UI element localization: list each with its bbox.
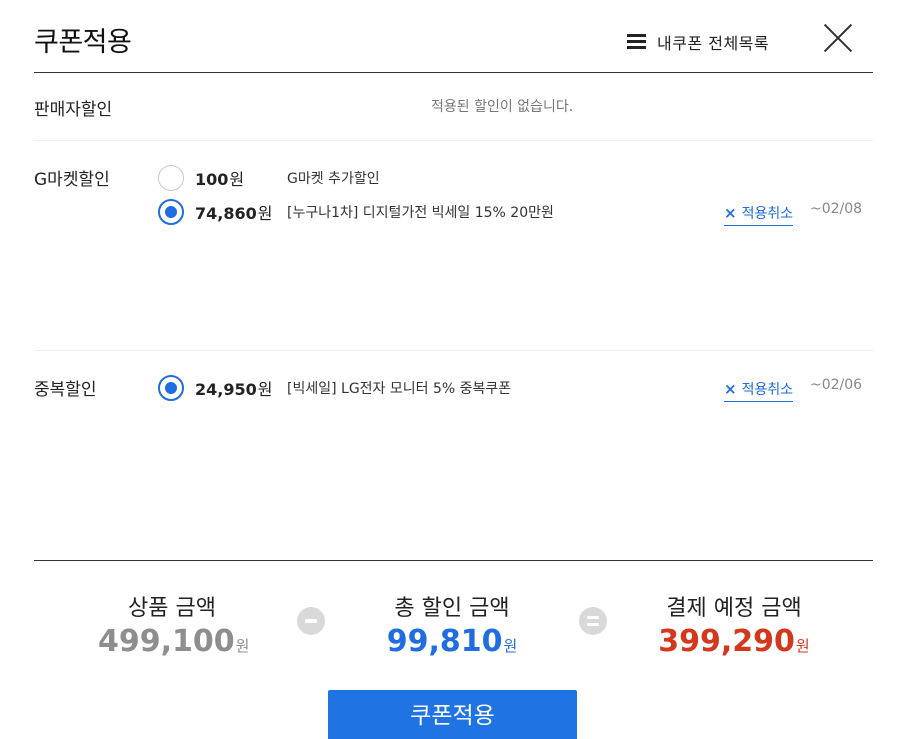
- close-x-icon: ×: [724, 203, 737, 222]
- apply-coupon-button[interactable]: 쿠폰적용: [328, 690, 577, 739]
- cancel-coupon-button[interactable]: × 적용취소: [724, 203, 794, 226]
- final-amount-summary: 결제 예정 금액 399,290원: [652, 590, 816, 659]
- coupon-amount: 24,950원: [195, 380, 273, 399]
- gmarket-discount-section: G마켓할인 100원 G마켓 추가할인 74,860원 [누구나1차] 디지털가…: [34, 141, 873, 351]
- coupon-expiry: ~02/08: [810, 201, 863, 217]
- modal-title: 쿠폰적용: [34, 27, 132, 58]
- product-amount-label: 상품 금액: [128, 596, 216, 621]
- close-icon[interactable]: [824, 24, 852, 52]
- cancel-coupon-button[interactable]: × 적용취소: [724, 379, 794, 402]
- duplicate-discount-section: 중복할인 24,950원 [빅세일] LG전자 모니터 5% 중복쿠폰 × 적용취…: [34, 351, 873, 551]
- product-amount-summary: 상품 금액 499,100원: [98, 590, 250, 659]
- gmarket-discount-label: G마켓할인: [34, 170, 110, 190]
- coupon-amount: 100원: [195, 170, 245, 189]
- minus-circle-icon: [297, 607, 325, 635]
- coupon-radio-checked[interactable]: [158, 199, 184, 225]
- total-discount-label: 총 할인 금액: [394, 596, 510, 621]
- coupon-radio-checked[interactable]: [158, 375, 184, 401]
- coupon-description: [빅세일] LG전자 모니터 5% 중복쿠폰: [287, 381, 512, 397]
- close-x-icon: ×: [724, 379, 737, 398]
- no-discount-text: 적용된 할인이 없습니다.: [431, 99, 574, 115]
- coupon-row[interactable]: 24,950원 [빅세일] LG전자 모니터 5% 중복쿠폰 × 적용취소 ~02…: [158, 375, 873, 405]
- coupon-expiry: ~02/06: [810, 377, 863, 393]
- coupon-row[interactable]: 100원 G마켓 추가할인: [158, 165, 873, 195]
- modal-header: 쿠폰적용 내쿠폰 전체목록: [34, 0, 873, 73]
- seller-discount-section: 판매자할인 적용된 할인이 없습니다.: [34, 73, 873, 141]
- seller-discount-label: 판매자할인: [34, 100, 113, 120]
- my-coupon-list-label: 내쿠폰 전체목록: [657, 34, 770, 53]
- product-amount-value: 499,100원: [98, 624, 250, 659]
- duplicate-discount-label: 중복할인: [34, 380, 97, 400]
- coupon-radio[interactable]: [158, 165, 184, 191]
- equals-circle-icon: [579, 607, 607, 635]
- total-discount-summary: 총 할인 금액 99,810원: [382, 590, 522, 659]
- final-amount-label: 결제 예정 금액: [666, 596, 802, 621]
- coupon-amount: 74,860원: [195, 204, 273, 223]
- coupon-description: G마켓 추가할인: [287, 171, 380, 187]
- my-coupon-list-link[interactable]: 내쿠폰 전체목록: [627, 30, 769, 54]
- total-discount-value: 99,810원: [386, 624, 518, 659]
- summary-divider: [34, 560, 873, 561]
- coupon-row[interactable]: 74,860원 [누구나1차] 디지털가전 빅세일 15% 20만원 × 적용취소…: [158, 199, 873, 229]
- hamburger-icon: [627, 34, 646, 50]
- coupon-description: [누구나1차] 디지털가전 빅세일 15% 20만원: [287, 205, 554, 221]
- final-amount-value: 399,290원: [658, 624, 810, 659]
